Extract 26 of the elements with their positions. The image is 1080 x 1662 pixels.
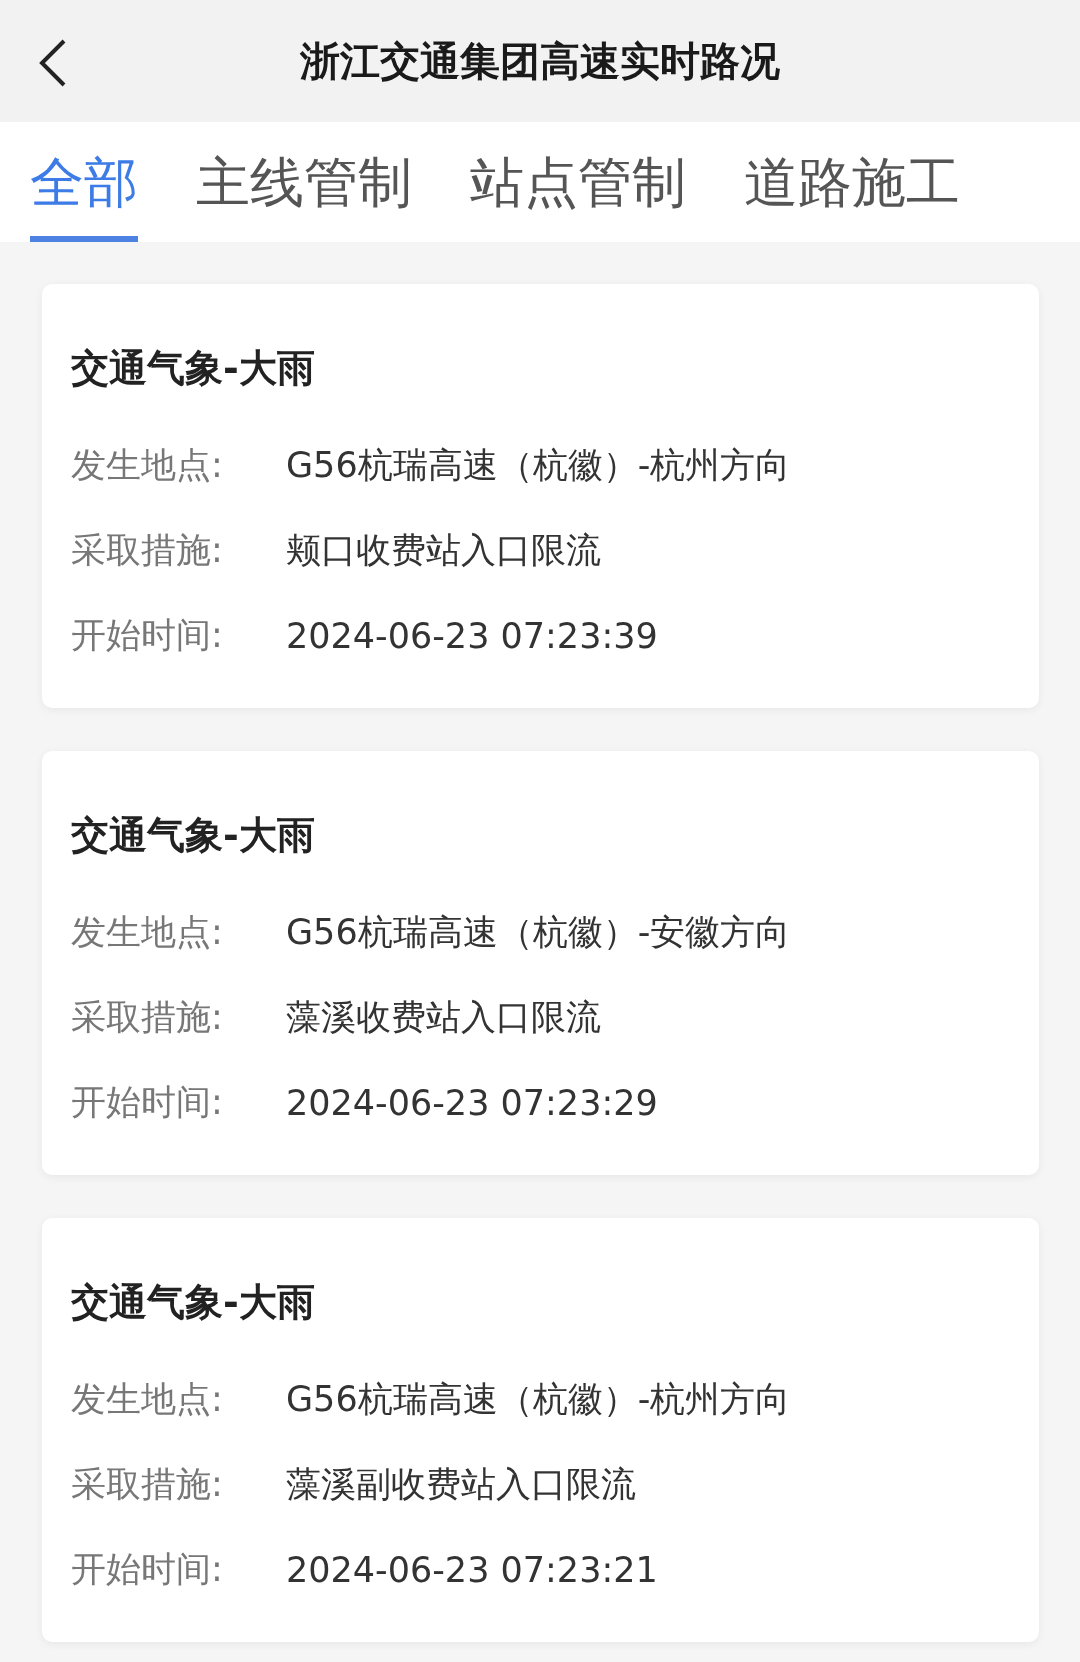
field-label: 采取措施: — [71, 1463, 224, 1506]
tab[interactable]: 主线管制 — [196, 122, 412, 242]
event-title: 交通气象-大雨 — [71, 1280, 316, 1324]
field-value: G56杭瑞高速（杭徽）-杭州方向 — [286, 1378, 791, 1421]
field-value: 藻溪副收费站入口限流 — [286, 1463, 636, 1506]
field-value: G56杭瑞高速（杭徽）-杭州方向 — [286, 444, 791, 487]
field-value: 2024-06-23 07:23:39 — [286, 615, 658, 656]
page-title: 浙江交通集团高速实时路况 — [300, 36, 780, 86]
tab[interactable]: 全部 — [30, 122, 138, 242]
field-label: 开始时间: — [71, 1081, 224, 1124]
field-value: 2024-06-23 07:23:29 — [286, 1082, 658, 1123]
field-value: 颊口收费站入口限流 — [286, 529, 601, 572]
tab[interactable]: 站点管制 — [470, 122, 686, 242]
field-value: 藻溪收费站入口限流 — [286, 996, 601, 1039]
event-title: 交通气象-大雨 — [71, 813, 316, 857]
field-label: 发生地点: — [71, 1378, 224, 1421]
field-value: 2024-06-23 07:23:21 — [286, 1549, 658, 1590]
field-label: 发生地点: — [71, 911, 224, 954]
event-title: 交通气象-大雨 — [71, 346, 316, 390]
field-label: 开始时间: — [71, 1548, 224, 1591]
field-label: 采取措施: — [71, 529, 224, 572]
field-label: 采取措施: — [71, 996, 224, 1039]
field-value: G56杭瑞高速（杭徽）-安徽方向 — [286, 911, 791, 954]
field-label: 开始时间: — [71, 614, 224, 657]
tab[interactable]: 道路施工 — [744, 122, 960, 242]
field-label: 发生地点: — [71, 444, 224, 487]
